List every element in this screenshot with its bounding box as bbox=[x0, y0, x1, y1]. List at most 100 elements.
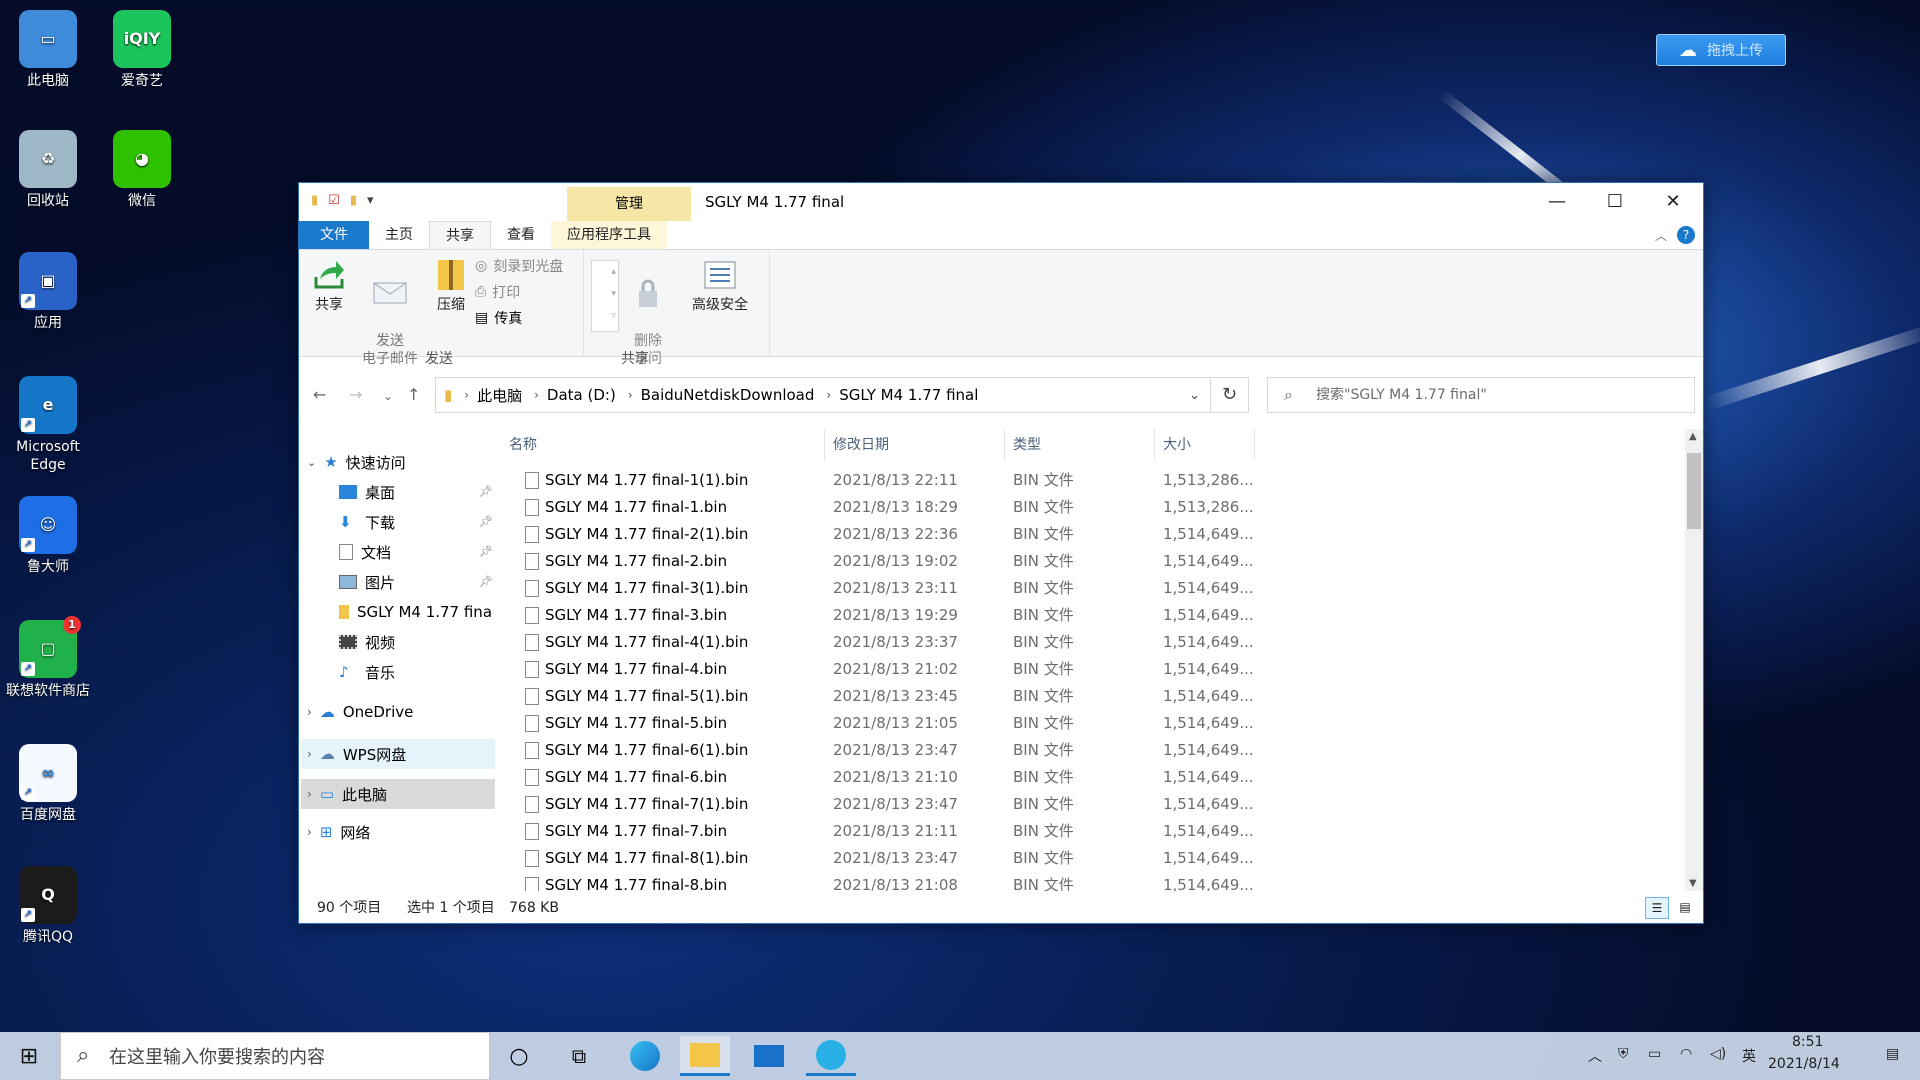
security-tray-icon[interactable]: ⛨ bbox=[1618, 1046, 1629, 1062]
up-icon[interactable]: ↑ bbox=[407, 385, 420, 404]
desktop-icon-2[interactable]: ♻ 回收站 bbox=[0, 130, 96, 210]
nav-this-pc[interactable]: › ▭ 此电脑 bbox=[301, 779, 495, 809]
file-row[interactable]: SGLY M4 1.77 final-3(1).bin 2021/8/13 23:… bbox=[501, 575, 1301, 602]
tab-app-tools[interactable]: 应用程序工具 bbox=[551, 221, 667, 249]
tab-share[interactable]: 共享 bbox=[429, 221, 491, 249]
desktop-icon-3[interactable]: ◕ 微信 bbox=[94, 130, 190, 210]
nav-onedrive[interactable]: › ☁ OneDrive bbox=[307, 699, 413, 725]
nav-network[interactable]: › ⊞ 网络 bbox=[307, 819, 370, 845]
breadcrumb-this-pc[interactable]: 此电脑 bbox=[477, 385, 522, 406]
taskbar-search-input[interactable]: ⌕ 在这里输入你要搜索的内容 bbox=[60, 1032, 490, 1080]
chevron-down-icon[interactable]: ⌄ bbox=[307, 456, 316, 469]
breadcrumb-drive-d[interactable]: Data (D:) bbox=[547, 386, 616, 404]
properties-icon[interactable]: ☑ bbox=[328, 193, 340, 208]
chevron-right-icon[interactable]: › bbox=[628, 388, 633, 402]
nav-item-documents[interactable]: 文档 bbox=[339, 539, 499, 565]
nav-item-downloads[interactable]: ⬇ 下载 bbox=[339, 509, 499, 535]
desktop-icon-8[interactable]: ∞ ↗ 百度网盘 bbox=[0, 744, 96, 824]
qat-dropdown-icon[interactable]: ▾ bbox=[367, 193, 374, 208]
vertical-scrollbar[interactable]: ▲ ▼ bbox=[1685, 429, 1703, 891]
file-row[interactable]: SGLY M4 1.77 final-2.bin 2021/8/13 19:02 B… bbox=[501, 548, 1301, 575]
forward-icon[interactable]: → bbox=[349, 385, 362, 404]
wifi-icon[interactable]: ◠ bbox=[1680, 1046, 1692, 1062]
chevron-right-icon[interactable]: › bbox=[307, 787, 312, 801]
address-input[interactable]: ▮ › 此电脑 › Data (D:) › BaiduNetdiskDownlo… bbox=[435, 377, 1211, 413]
back-icon[interactable]: ← bbox=[313, 385, 326, 404]
file-row[interactable]: SGLY M4 1.77 final-7(1).bin 2021/8/13 23:… bbox=[501, 791, 1301, 818]
minimize-button[interactable]: — bbox=[1529, 183, 1585, 221]
print-button[interactable]: ⎙ 打印 bbox=[475, 282, 520, 302]
chevron-right-icon[interactable]: › bbox=[307, 705, 312, 719]
nav-quick-access[interactable]: ⌄ ★ 快速访问 bbox=[307, 449, 406, 475]
chevron-right-icon[interactable]: › bbox=[534, 388, 539, 402]
nav-item-desktop[interactable]: 桌面 bbox=[339, 479, 499, 505]
clock-date[interactable]: 2021/8/14 bbox=[1768, 1056, 1840, 1072]
new-folder-icon[interactable]: ▮ bbox=[350, 193, 357, 208]
search-input[interactable]: ⌕ 搜索"SGLY M4 1.77 final" bbox=[1267, 377, 1695, 413]
chevron-right-icon[interactable]: › bbox=[464, 388, 469, 402]
pin-icon[interactable]: 📌︎ bbox=[479, 485, 493, 498]
clock-time[interactable]: 8:51 bbox=[1792, 1034, 1823, 1050]
help-icon[interactable]: ? bbox=[1677, 226, 1695, 244]
nav-item-sgly-folder[interactable]: SGLY M4 1.77 fina bbox=[339, 599, 497, 625]
desktop-icon-1[interactable]: iQIY 爱奇艺 bbox=[94, 10, 190, 90]
address-dropdown-icon[interactable]: ⌄ bbox=[1189, 388, 1200, 403]
column-header-date[interactable]: 修改日期 bbox=[825, 429, 1005, 461]
file-row[interactable]: SGLY M4 1.77 final-5.bin 2021/8/13 21:05 B… bbox=[501, 710, 1301, 737]
pin-icon[interactable]: 📌︎ bbox=[479, 575, 493, 588]
mail-taskbar-icon[interactable] bbox=[744, 1036, 794, 1076]
share-with-list[interactable]: ▴ ▾ ▿ bbox=[591, 260, 619, 332]
show-hidden-icons[interactable]: ︿ bbox=[1588, 1046, 1602, 1066]
tab-home[interactable]: 主页 bbox=[369, 221, 429, 249]
notification-icon[interactable]: ▤ bbox=[1886, 1046, 1899, 1062]
column-header-size[interactable]: 大小 bbox=[1155, 429, 1255, 461]
pin-icon[interactable]: 📌︎ bbox=[479, 515, 493, 528]
file-row[interactable]: SGLY M4 1.77 final-4(1).bin 2021/8/13 23:… bbox=[501, 629, 1301, 656]
collapse-ribbon-icon[interactable]: ︿ bbox=[1655, 227, 1667, 244]
file-row[interactable]: SGLY M4 1.77 final-8.bin 2021/8/13 21:08 B… bbox=[501, 872, 1301, 891]
file-row[interactable]: SGLY M4 1.77 final-7.bin 2021/8/13 21:11 B… bbox=[501, 818, 1301, 845]
folder-icon[interactable]: ▮ bbox=[311, 193, 318, 208]
desktop-icon-4[interactable]: ▣ ↗ 应用 bbox=[0, 252, 96, 332]
cortana-icon[interactable]: ○ bbox=[494, 1036, 544, 1076]
desktop-icon-7[interactable]: ▢ ↗ 1 联想软件商店 bbox=[0, 616, 96, 700]
scrollbar-thumb[interactable] bbox=[1687, 453, 1701, 529]
file-row[interactable]: SGLY M4 1.77 final-6(1).bin 2021/8/13 23:… bbox=[501, 737, 1301, 764]
tab-file[interactable]: 文件 bbox=[299, 221, 369, 249]
large-icons-view-icon[interactable]: ▤ bbox=[1673, 897, 1697, 919]
desktop-icon-0[interactable]: ▭ 此电脑 bbox=[0, 10, 96, 90]
fax-button[interactable]: ▤ 传真 bbox=[475, 308, 522, 328]
start-button[interactable]: ⊞ bbox=[4, 1036, 54, 1076]
burn-disc-button[interactable]: ◎ 刻录到光盘 bbox=[475, 256, 563, 276]
share-button[interactable]: 共享 bbox=[309, 258, 349, 314]
breadcrumb-baidu-download[interactable]: BaiduNetdiskDownload bbox=[641, 386, 815, 404]
input-method[interactable]: 英 bbox=[1742, 1046, 1756, 1066]
pin-icon[interactable]: 📌︎ bbox=[479, 545, 493, 558]
desktop-icon-6[interactable]: ☺ ↗ 鲁大师 bbox=[0, 496, 96, 576]
file-row[interactable]: SGLY M4 1.77 final-6.bin 2021/8/13 21:10 B… bbox=[501, 764, 1301, 791]
refresh-button[interactable]: ↻ bbox=[1211, 377, 1249, 413]
nav-item-videos[interactable]: 视频 bbox=[339, 629, 499, 655]
scroll-down-icon[interactable]: ▼ bbox=[1689, 878, 1697, 889]
volume-icon[interactable]: ◁) bbox=[1710, 1046, 1726, 1062]
column-header-name[interactable]: 名称 bbox=[501, 429, 825, 461]
file-row[interactable]: SGLY M4 1.77 final-3.bin 2021/8/13 19:29 B… bbox=[501, 602, 1301, 629]
context-tab-manage[interactable]: 管理 bbox=[567, 187, 691, 221]
nav-item-music[interactable]: ♪ 音乐 bbox=[339, 659, 499, 685]
nav-item-pictures[interactable]: 图片 bbox=[339, 569, 499, 595]
zip-button[interactable]: 压缩 bbox=[429, 258, 473, 314]
browser-taskbar-icon[interactable] bbox=[806, 1036, 856, 1076]
file-row[interactable]: SGLY M4 1.77 final-8(1).bin 2021/8/13 23:… bbox=[501, 845, 1301, 872]
desktop-icon-9[interactable]: Q ↗ 腾讯QQ bbox=[0, 866, 96, 946]
edge-taskbar-icon[interactable] bbox=[620, 1036, 670, 1076]
task-view-icon[interactable]: ⧉ bbox=[554, 1036, 604, 1076]
email-button[interactable]: 发送 电子邮件 bbox=[355, 258, 425, 368]
scroll-up-icon[interactable]: ▲ bbox=[1689, 431, 1697, 442]
desktop-icon-5[interactable]: e ↗ Microsoft Edge bbox=[0, 376, 96, 474]
maximize-button[interactable]: ☐ bbox=[1587, 183, 1643, 221]
file-row[interactable]: SGLY M4 1.77 final-2(1).bin 2021/8/13 22:… bbox=[501, 521, 1301, 548]
chevron-right-icon[interactable]: › bbox=[307, 747, 312, 761]
column-header-type[interactable]: 类型 bbox=[1005, 429, 1155, 461]
chevron-right-icon[interactable]: › bbox=[826, 388, 831, 402]
chevron-right-icon[interactable]: › bbox=[307, 825, 312, 839]
